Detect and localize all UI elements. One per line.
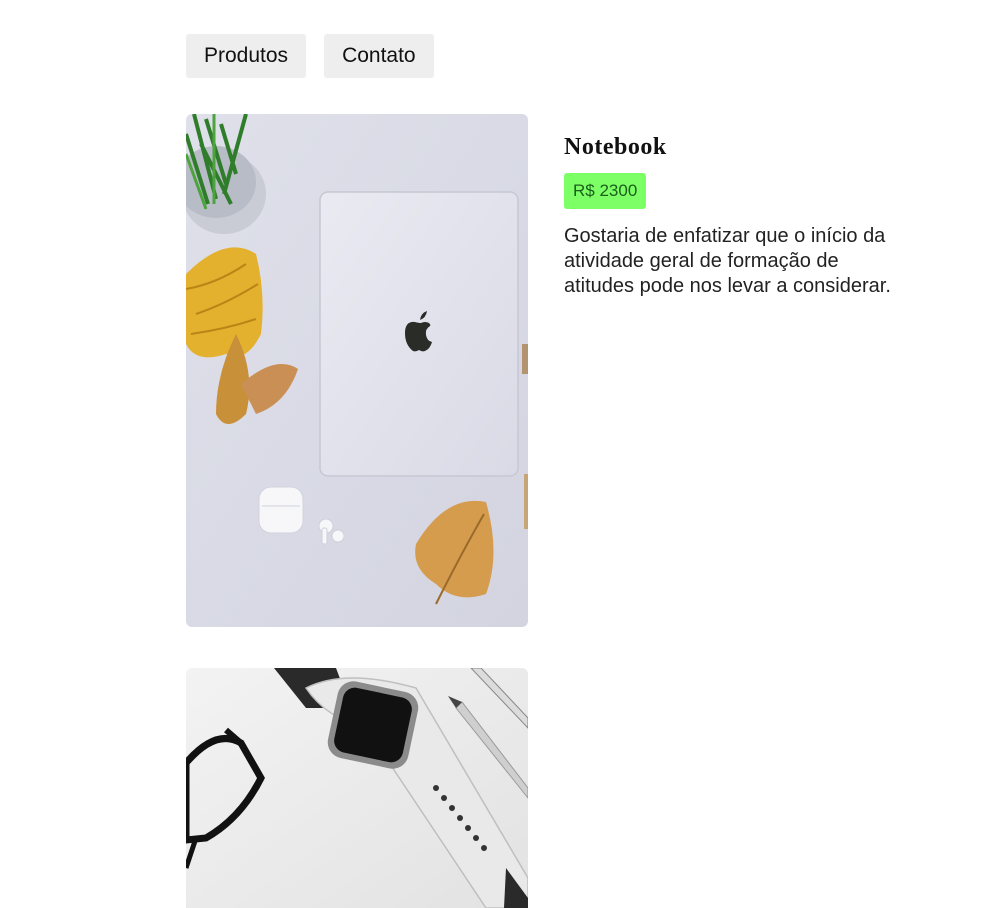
product-description: Gostaria de enfatizar que o início da at… [564,225,891,297]
product-card-smartwatch [186,668,528,908]
product-image-smartwatch[interactable] [186,668,528,908]
product-card-notebook: Notebook R$ 2300 Gostaria de enfatizar q… [186,114,891,627]
product-image-laptop[interactable] [186,114,528,627]
nav-button-produtos[interactable]: Produtos [186,34,307,78]
price-badge: R$ 2300 [564,173,647,209]
product-title: Notebook [564,134,667,160]
nav-button-contato[interactable]: Contato [324,34,434,78]
top-nav: Produtos Contato [186,34,434,78]
product-info: Notebook R$ 2300 Gostaria de enfatizar q… [564,134,904,299]
